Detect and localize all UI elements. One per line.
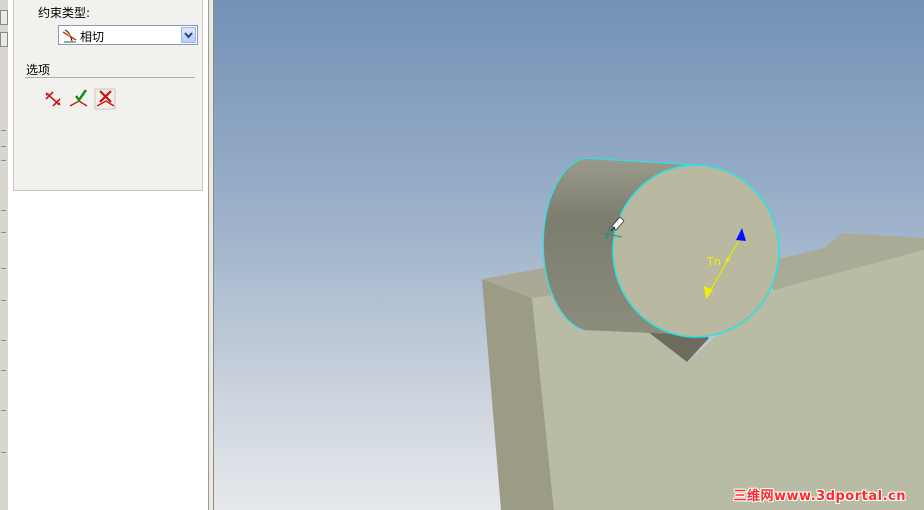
flip-direction-icon[interactable] [42, 88, 64, 110]
constraint-type-label: 约束类型: [38, 6, 91, 20]
divider [1, 130, 6, 131]
graphics-viewport[interactable]: Tn * 三维网www.3dportal.cn [214, 0, 924, 510]
watermark: 三维网www.3dportal.cn [733, 489, 906, 504]
divider [1, 232, 6, 233]
options-label: 选项 [26, 63, 51, 77]
origin-star-icon: * [725, 255, 731, 268]
chevron-down-icon[interactable] [181, 27, 196, 43]
divider [1, 452, 6, 453]
divider [1, 146, 6, 147]
property-manager-panel: 约束类型: 相切 选项 [8, 0, 209, 510]
constraint-group: 约束类型: 相切 选项 [13, 0, 203, 191]
toolbar-button[interactable] [0, 32, 8, 47]
divider [1, 160, 6, 161]
cylinder-end-face [612, 164, 780, 338]
divider [1, 370, 6, 371]
divider [1, 300, 6, 301]
divider [1, 268, 6, 269]
divider [1, 340, 6, 341]
dimension-label: Tn [706, 255, 721, 268]
constraint-type-select[interactable]: 相切 [58, 25, 198, 45]
constraint-type-value: 相切 [80, 30, 105, 44]
divider [1, 210, 6, 211]
toolbar-button[interactable] [0, 10, 8, 25]
options-divider [25, 77, 195, 78]
divider [1, 410, 6, 411]
tangent-icon [62, 29, 77, 43]
confirm-check-icon[interactable] [67, 88, 89, 110]
cancel-x-icon[interactable] [94, 88, 116, 110]
model-canvas: Tn * [482, 157, 924, 510]
